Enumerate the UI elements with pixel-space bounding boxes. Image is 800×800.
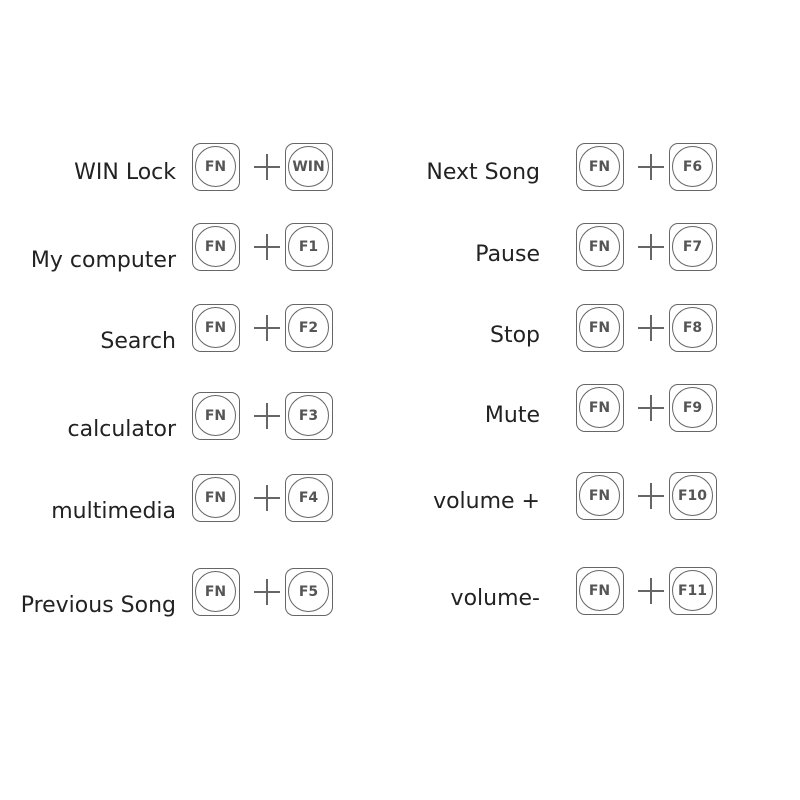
shortcut-row: Mute FN F9 [0,384,800,436]
fn-key: FN [576,567,624,615]
shortcut-row: Pause FN F7 [0,223,800,275]
key-label: F11 [672,570,713,611]
key-label: FN [579,475,620,516]
plus-icon [638,395,664,421]
key-label: F7 [672,226,713,267]
key-label: FN [579,226,620,267]
key-label: FN [579,387,620,428]
shortcut-label: Pause [475,242,540,267]
shortcut-row: Stop FN F8 [0,304,800,356]
shortcut-row: volume + FN F10 [0,472,800,524]
function-key: F7 [669,223,717,271]
plus-icon [638,234,664,260]
fn-key: FN [576,384,624,432]
fn-key: FN [576,223,624,271]
shortcut-label: volume + [433,489,540,514]
fn-key: FN [576,472,624,520]
shortcut-label: Stop [489,323,540,348]
key-label: FN [579,307,620,348]
function-key: F10 [669,472,717,520]
key-label: F10 [672,475,713,516]
key-label: F6 [672,146,713,187]
key-label: F9 [672,387,713,428]
function-key: F8 [669,304,717,352]
shortcut-label: Next Song [426,160,540,185]
shortcut-row: volume- FN F11 [0,567,800,619]
shortcut-row: Next Song FN F6 [0,143,800,195]
shortcut-label: Mute [484,403,540,428]
key-label: FN [579,146,620,187]
plus-icon [638,154,664,180]
function-key: F9 [669,384,717,432]
plus-icon [638,315,664,341]
function-key: F11 [669,567,717,615]
key-label: FN [579,570,620,611]
function-key: F6 [669,143,717,191]
plus-icon [638,483,664,509]
fn-key: FN [576,304,624,352]
key-label: F8 [672,307,713,348]
shortcut-label: volume- [450,586,540,611]
fn-key: FN [576,143,624,191]
plus-icon [638,578,664,604]
